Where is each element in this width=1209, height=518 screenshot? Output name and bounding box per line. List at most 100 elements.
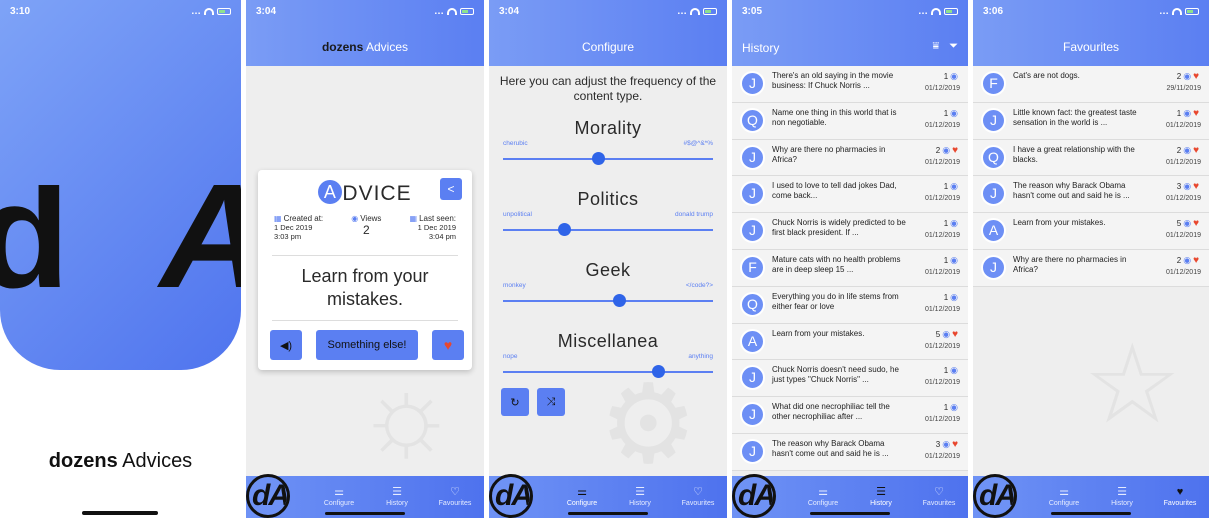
home-indicator xyxy=(810,512,890,515)
eye-icon: ◉ xyxy=(942,438,951,449)
advice-text: Learn from your mistakes. xyxy=(301,266,429,309)
eye-icon: ◉ xyxy=(950,71,958,81)
heart-outline-icon: ♡ xyxy=(934,486,944,498)
slider-geek: Geek monkey </code?> xyxy=(503,260,713,320)
status-bar: 3:06 … xyxy=(973,0,1209,22)
status-bar: 3:10 … xyxy=(0,0,241,22)
eye-icon: ◉ xyxy=(1183,71,1192,81)
list-item[interactable]: J The reason why Barack Obama hasn't come… xyxy=(732,433,968,471)
status-time: 3:10 xyxy=(10,5,31,17)
status-bar: 3:05 … xyxy=(732,0,968,22)
list-item[interactable]: F Mature cats with no health problems are… xyxy=(732,249,968,287)
list-item[interactable]: J Why are there no pharmacies in Africa? 2… xyxy=(973,249,1209,287)
heart-icon: ♥ xyxy=(1176,486,1184,498)
brand-bold: dozens xyxy=(48,450,118,472)
slider-thumb[interactable] xyxy=(557,223,571,236)
heart-icon: ♥ xyxy=(952,328,958,340)
list-item[interactable]: Q Name one thing in this world that is no… xyxy=(732,102,968,140)
eye-icon: ◉ xyxy=(1183,254,1192,265)
configure-screen: Configure 3:04 … ⚙ Here you can adjust t… xyxy=(489,0,727,518)
list-item[interactable]: J Why are there no pharmacies in Africa? 2… xyxy=(732,139,968,177)
heart-outline-icon: ♡ xyxy=(450,486,460,498)
list-item[interactable]: Q Everything you do in life stems from ei… xyxy=(732,286,968,324)
heart-icon: ♥ xyxy=(1193,181,1199,193)
status-time: 3:05 xyxy=(742,5,763,17)
splash-screen: 3:10 … d A dozens Advices xyxy=(0,0,241,518)
list-item[interactable]: J What did one necrophiliac tell the othe… xyxy=(732,397,968,434)
list-item[interactable]: A Learn from your mistakes. 5 ◉ ♥ 01/12/2019 xyxy=(732,323,968,361)
category-avatar: A xyxy=(740,328,765,354)
app-logo: dA xyxy=(246,474,290,518)
view-count: 1 ◉ xyxy=(943,181,958,192)
list-item[interactable]: J I used to love to tell dad jokes Dad, c… xyxy=(732,176,968,214)
view-count: 1 ◉ xyxy=(943,402,958,413)
slider-track[interactable] xyxy=(503,300,713,302)
list-item[interactable]: Q I have a great relationship with the bl… xyxy=(973,139,1209,177)
slider-track[interactable] xyxy=(503,229,713,231)
tab-favourites[interactable]: ♡ Favourites xyxy=(669,476,727,518)
slider-thumb[interactable] xyxy=(612,294,626,307)
reset-button[interactable]: ↻ xyxy=(501,388,529,416)
slider-thumb[interactable] xyxy=(591,152,605,165)
list-item[interactable]: J There's an old saying in the movie busi… xyxy=(732,66,968,103)
item-text: I have a great relationship with the bla… xyxy=(1013,144,1135,164)
eye-icon: ◉ xyxy=(942,328,951,339)
view-count: 1 ◉ xyxy=(943,71,958,81)
item-text: Mature cats with no health problems are … xyxy=(772,254,901,274)
logo-letter-d: d xyxy=(0,185,70,319)
advice-screen: dozens Advices 3:04 … ☼ A DVICE < ▦ Create… xyxy=(246,0,484,518)
list-item[interactable]: F Cat's are not dogs. 2 ◉ ♥ 29/11/2019 xyxy=(973,66,1209,103)
eye-icon: ◉ xyxy=(950,254,958,265)
heart-icon: ♥ xyxy=(1193,107,1199,119)
item-date: 01/12/2019 xyxy=(924,195,960,203)
share-button[interactable]: < xyxy=(440,178,462,200)
speak-button[interactable]: ◀) xyxy=(270,330,302,360)
logo-letter-a: A xyxy=(160,185,241,310)
wifi-icon xyxy=(931,7,941,15)
eye-icon: ◉ xyxy=(950,365,958,376)
category-avatar: J xyxy=(740,438,765,464)
category-avatar: Q xyxy=(740,291,765,317)
list-item[interactable]: J The reason why Barack Obama hasn't come… xyxy=(973,176,1209,214)
slider-thumb[interactable] xyxy=(652,365,666,378)
tab-favourites[interactable]: ♥ Favourites xyxy=(1151,476,1209,518)
slider-politics: Politics unpolitical donald trump xyxy=(503,189,713,249)
app-logo: dA xyxy=(732,474,776,518)
item-text: What did one necrophiliac tell the other… xyxy=(772,402,890,422)
category-avatar: J xyxy=(981,181,1006,207)
sliders-icon: ⚌ xyxy=(818,486,828,498)
app-title: dozens Advices xyxy=(321,40,409,54)
something-else-button[interactable]: Something else! xyxy=(316,330,418,360)
item-date: 01/12/2019 xyxy=(1165,195,1201,203)
eye-icon: ◉ xyxy=(950,291,958,302)
status-bar: 3:04 … xyxy=(246,0,484,22)
view-count: 5 ◉ ♥ xyxy=(935,328,958,340)
eye-icon: ◉ xyxy=(1183,218,1192,229)
heart-icon: ♥ xyxy=(952,438,958,450)
item-text: I used to love to tell dad jokes Dad, co… xyxy=(772,181,897,201)
list-item[interactable]: A Learn from your mistakes. 5 ◉ ♥ 01/12/2019 xyxy=(973,213,1209,250)
list-item[interactable]: J Chuck Norris doesn't need sudo, he just… xyxy=(732,360,968,398)
list-icon: ☰ xyxy=(635,486,645,498)
sort-icon[interactable]: ⩸ xyxy=(932,40,939,53)
battery-icon xyxy=(460,7,474,15)
slider-track[interactable] xyxy=(503,158,713,160)
shuffle-icon: ⤨ xyxy=(546,395,556,408)
tab-favourites[interactable]: ♡ Favourites xyxy=(910,476,968,518)
filter-icon[interactable]: ⏷ xyxy=(949,40,958,53)
item-date: 01/12/2019 xyxy=(924,85,960,92)
category-avatar: J xyxy=(981,107,1006,133)
list-icon: ☰ xyxy=(876,486,886,498)
shuffle-button[interactable]: ⤨ xyxy=(537,388,565,416)
heart-icon: ♥ xyxy=(443,337,453,353)
slider-track[interactable] xyxy=(503,371,713,373)
wifi-icon xyxy=(447,7,457,15)
list-item[interactable]: J Chuck Norris is widely predicted to be … xyxy=(732,213,968,250)
sliders-icon: ⚌ xyxy=(1059,486,1069,498)
favourites-screen: Favourites 3:06 … ☆ F Cat's are not dogs.… xyxy=(973,0,1209,518)
brand-rest: Advices xyxy=(117,450,193,472)
view-count: 5 ◉ ♥ xyxy=(1176,218,1199,230)
favourite-button[interactable]: ♥ xyxy=(432,330,464,360)
tab-favourites[interactable]: ♡ Favourites xyxy=(426,476,484,518)
list-item[interactable]: J Little known fact: the greatest taste s… xyxy=(973,102,1209,140)
